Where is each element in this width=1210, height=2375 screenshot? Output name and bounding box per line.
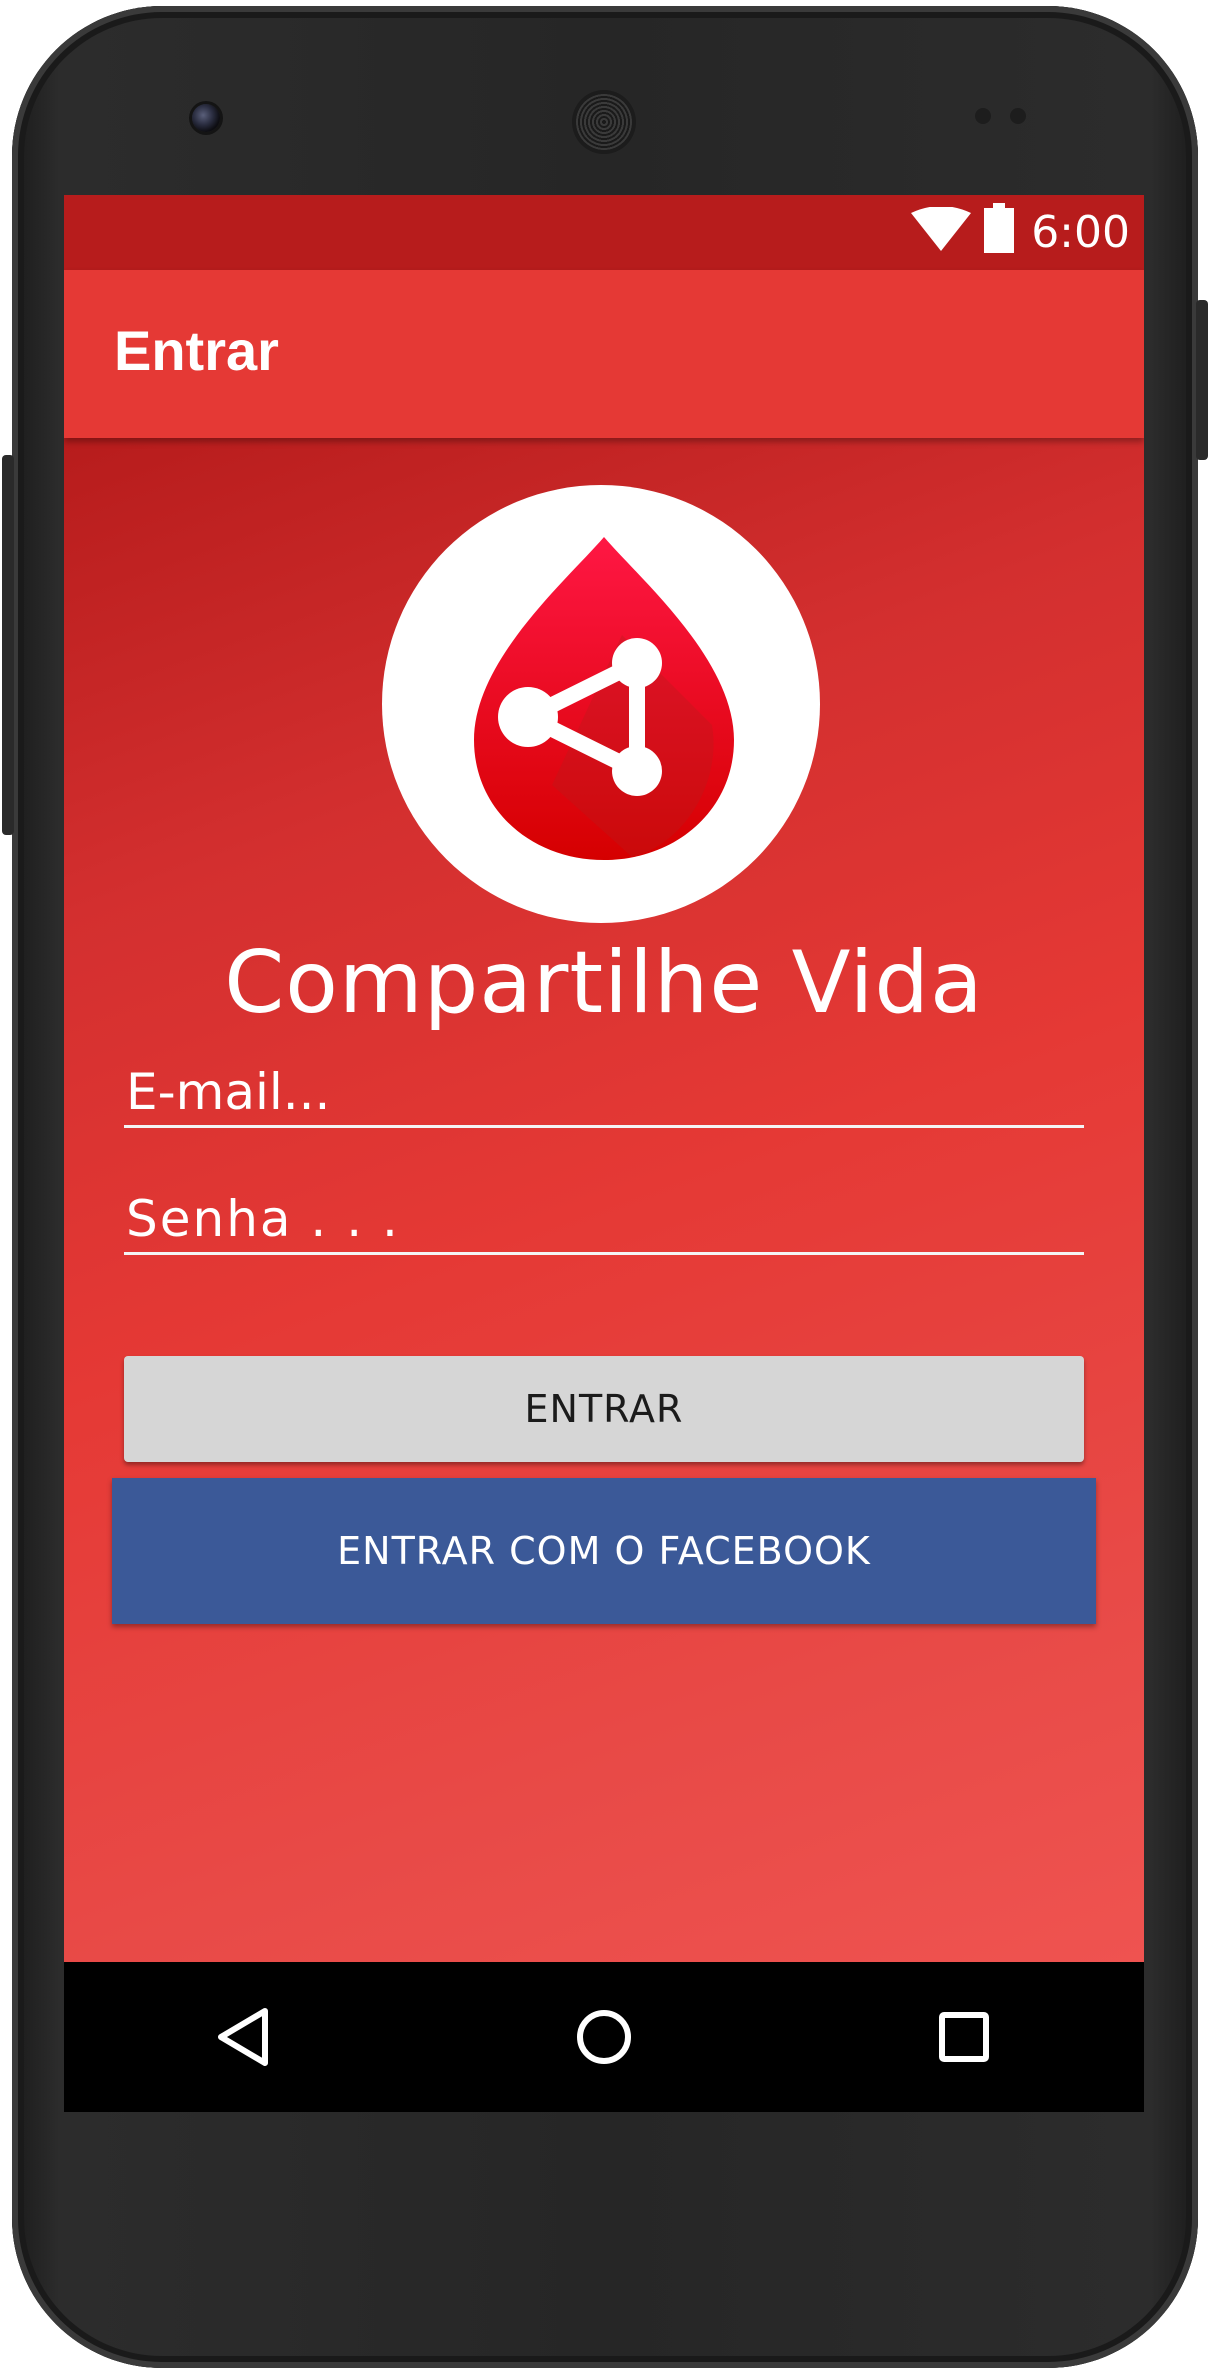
navigation-bar bbox=[64, 1962, 1144, 2112]
battery-icon bbox=[984, 203, 1014, 253]
status-bar: 6:00 bbox=[64, 195, 1144, 270]
power-button bbox=[1196, 300, 1208, 460]
nav-home-button[interactable] bbox=[559, 1992, 649, 2082]
proximity-sensor bbox=[975, 108, 991, 124]
back-icon bbox=[218, 2008, 268, 2066]
app-name: Compartilhe Vida bbox=[224, 933, 984, 1033]
earpiece-speaker bbox=[576, 94, 632, 150]
nav-back-button[interactable] bbox=[198, 1992, 288, 2082]
blood-drop-share-icon bbox=[474, 537, 734, 860]
facebook-login-button[interactable]: ENTRAR COM O FACEBOOK bbox=[112, 1478, 1096, 1624]
front-camera bbox=[192, 104, 220, 132]
light-sensor bbox=[1010, 108, 1026, 124]
home-icon bbox=[577, 2010, 631, 2064]
page-title: Entrar bbox=[114, 319, 279, 382]
login-content: Compartilhe Vida ENTRAR ENTRAR COM O FAC… bbox=[64, 438, 1144, 1962]
status-time: 6:00 bbox=[1031, 207, 1130, 258]
app-logo bbox=[382, 485, 820, 923]
app-bar: Entrar bbox=[64, 270, 1144, 438]
login-button[interactable]: ENTRAR bbox=[124, 1356, 1084, 1462]
email-field[interactable] bbox=[124, 1058, 1084, 1128]
password-field[interactable] bbox=[124, 1185, 1084, 1255]
recents-icon bbox=[939, 2012, 989, 2062]
nav-recents-button[interactable] bbox=[919, 1992, 1009, 2082]
wifi-icon bbox=[911, 207, 971, 251]
volume-button bbox=[2, 455, 14, 835]
phone-screen: 6:00 Entrar Compartilhe Vida E-mail... S… bbox=[64, 195, 1144, 2112]
